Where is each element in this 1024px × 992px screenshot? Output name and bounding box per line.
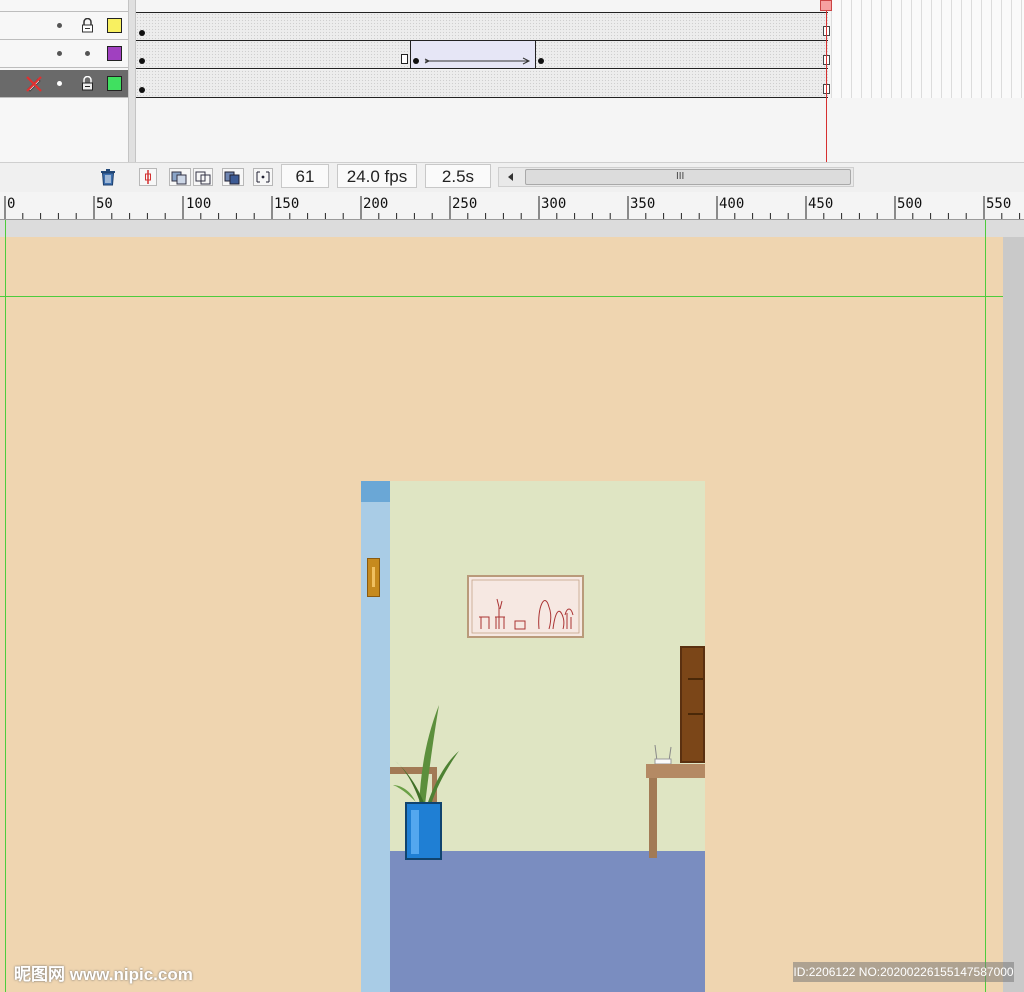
guide-line-horizontal[interactable]: [0, 296, 1003, 297]
guide-line-vertical[interactable]: [985, 220, 986, 992]
center-frame-button[interactable]: [139, 168, 157, 186]
latch-highlight: [372, 567, 375, 587]
ruler-label: 450: [808, 196, 834, 212]
onion-skin-outlines-button[interactable]: [193, 168, 213, 186]
scrollbar-thumb[interactable]: III: [525, 169, 851, 185]
edit-multiple-frames-icon: [224, 171, 240, 185]
plant-leaves-icon: [393, 705, 459, 805]
ruler-label: 0: [7, 196, 16, 212]
visibility-dot-icon[interactable]: [57, 51, 62, 56]
room-scene[interactable]: [361, 481, 705, 992]
playhead-handle[interactable]: [820, 0, 832, 11]
shelf-board: [688, 678, 703, 680]
tween-arrow-icon: [424, 57, 531, 65]
layer-row-selected[interactable]: [0, 70, 128, 98]
trash-icon[interactable]: [98, 167, 118, 187]
frame-track[interactable]: [136, 41, 828, 69]
ruler-label: 250: [452, 196, 478, 212]
scrollbar-grip: III: [676, 171, 685, 182]
onion-markers-icon: [256, 171, 270, 183]
layer-color-swatch[interactable]: [107, 18, 122, 33]
watermark-site: 昵图网 www.nipic.com: [14, 965, 193, 984]
ruler-ticks: [4, 196, 1021, 219]
modify-onion-markers-button[interactable]: [253, 168, 273, 186]
pasteboard-edge: [1003, 237, 1024, 992]
timeline-panel: 61 24.0 fps 2.5s III: [0, 0, 1024, 193]
ruler-label: 50: [96, 196, 113, 212]
pencil-disabled-icon[interactable]: [24, 74, 44, 94]
ruler-label: 150: [274, 196, 300, 212]
timeline-status-bar: 61 24.0 fps 2.5s III: [0, 162, 1024, 193]
frame-end-marker[interactable]: [401, 54, 408, 64]
keyframe[interactable]: [413, 58, 419, 64]
ruler-label: 350: [630, 196, 656, 212]
lock-dot-icon[interactable]: [85, 51, 90, 56]
current-frame-field[interactable]: 61: [281, 164, 329, 188]
ruler-label: 550: [986, 196, 1012, 212]
bookshelf: [680, 646, 705, 763]
frame-area[interactable]: [136, 0, 1024, 162]
wall-picture: [467, 575, 584, 638]
keyframe[interactable]: [139, 87, 145, 93]
motion-tween[interactable]: [410, 41, 536, 68]
door-frame: [361, 481, 390, 992]
ruler-label: 200: [363, 196, 389, 212]
playhead-line[interactable]: [826, 0, 827, 162]
frame-grid[interactable]: [831, 0, 1024, 98]
lock-icon[interactable]: [81, 18, 94, 33]
layer-header: [0, 0, 128, 12]
frame-rate-field[interactable]: 24.0 fps: [337, 164, 417, 188]
layer-color-swatch[interactable]: [107, 76, 122, 91]
router-icon: [654, 744, 672, 765]
visibility-dot-icon[interactable]: [57, 81, 62, 86]
timeline-horizontal-scrollbar[interactable]: III: [498, 167, 854, 187]
picture-sketch-icon: [471, 579, 580, 634]
shelf-board: [688, 713, 703, 715]
lock-icon[interactable]: [81, 76, 94, 91]
elapsed-time-field[interactable]: 2.5s: [425, 164, 491, 188]
center-frame-icon: [145, 170, 151, 184]
ruler-label: 300: [541, 196, 567, 212]
guide-line-vertical[interactable]: [5, 220, 6, 992]
watermark-id: ID:2206122 NO:20200226155147587000: [793, 962, 1014, 982]
onion-outline-icon: [195, 171, 211, 185]
onion-skin-icon: [171, 171, 187, 185]
ruler-label: 100: [186, 196, 212, 212]
keyframe[interactable]: [139, 58, 145, 64]
layer-row[interactable]: [0, 40, 128, 68]
pot-highlight: [411, 810, 419, 854]
onion-skin-button[interactable]: [169, 168, 191, 186]
horizontal-ruler: 0 50 100 150 200 250 300 350 400 450 500…: [0, 192, 1024, 220]
side-table: [646, 764, 705, 778]
ruler-label: 500: [897, 196, 923, 212]
layer-color-swatch[interactable]: [107, 46, 122, 61]
ruler-label: 400: [719, 196, 745, 212]
scroll-left-arrow-icon[interactable]: [507, 173, 515, 181]
visibility-dot-icon[interactable]: [57, 23, 62, 28]
door-latch: [367, 558, 380, 597]
room-floor: [390, 851, 705, 992]
table-leg: [649, 778, 657, 858]
frame-track[interactable]: [136, 70, 828, 98]
plant-pot: [405, 802, 442, 860]
door-frame-top: [361, 481, 390, 502]
frame-track[interactable]: [136, 12, 828, 41]
layer-row[interactable]: [0, 12, 128, 40]
edit-multiple-frames-button[interactable]: [222, 168, 244, 186]
keyframe[interactable]: [538, 58, 544, 64]
keyframe[interactable]: [139, 30, 145, 36]
